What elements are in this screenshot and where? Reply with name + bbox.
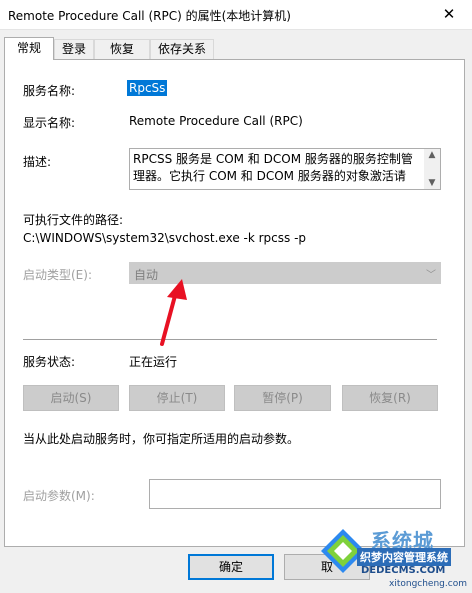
startup-type-label: 启动类型(E): [23, 268, 92, 282]
ok-button[interactable]: 确定 [188, 554, 274, 580]
start-params-hint: 当从此处启动服务时，你可指定所适用的启动参数。 [23, 432, 300, 446]
scroll-down-icon[interactable]: ▼ [424, 177, 440, 189]
watermark-domain: DEDECMS.COM [361, 565, 446, 576]
start-params-input[interactable] [149, 479, 441, 509]
start-params-label: 启动参数(M): [23, 489, 95, 503]
description-label: 描述: [23, 155, 52, 169]
pause-button[interactable]: 暂停(P) [234, 385, 331, 411]
description-field[interactable]: RPCSS 服务是 COM 和 DCOM 服务器的服务控制管理器。它执行 COM… [129, 148, 441, 190]
start-button[interactable]: 启动(S) [23, 385, 119, 411]
startup-type-value: 自动 [134, 268, 159, 282]
display-name-label: 显示名称: [23, 116, 76, 130]
chevron-down-icon: ﹀ [426, 270, 436, 281]
watermark-subtitle: 织梦内容管理系统 [357, 548, 451, 566]
stop-button[interactable]: 停止(T) [129, 385, 225, 411]
startup-type-dropdown[interactable]: 自动 ﹀ [129, 262, 441, 284]
close-icon[interactable]: ✕ [426, 0, 472, 30]
exe-path-value[interactable]: C:\WINDOWS\system32\svchost.exe -k rpcss… [23, 231, 306, 245]
divider [23, 339, 437, 340]
description-scrollbar[interactable]: ▲ ▼ [424, 149, 440, 189]
tab-general[interactable]: 常规 [4, 37, 54, 60]
service-status-label: 服务状态: [23, 355, 76, 369]
service-status-value: 正在运行 [129, 355, 178, 369]
service-name-label: 服务名称: [23, 84, 76, 98]
tab-dependencies[interactable]: 依存关系 [150, 39, 214, 59]
scroll-up-icon[interactable]: ▲ [424, 149, 440, 161]
window-title: Remote Procedure Call (RPC) 的属性(本地计算机) [8, 9, 291, 23]
exe-path-label: 可执行文件的路径: [23, 213, 124, 227]
resume-button[interactable]: 恢复(R) [342, 385, 438, 411]
tab-recovery[interactable]: 恢复 [94, 39, 150, 59]
watermark-site: xitongcheng.com [389, 579, 467, 589]
service-name-value[interactable]: RpcSs [127, 80, 168, 96]
general-tab-panel: 服务名称: RpcSs 显示名称: Remote Procedure Call … [4, 59, 465, 547]
display-name-value[interactable]: Remote Procedure Call (RPC) [129, 114, 303, 128]
title-bar: Remote Procedure Call (RPC) 的属性(本地计算机) ✕ [0, 0, 472, 30]
description-text: RPCSS 服务是 COM 和 DCOM 服务器的服务控制管理器。它执行 COM… [133, 152, 413, 183]
watermark: 系统城 织梦内容管理系统 DEDECMS.COM xitongcheng.com [317, 513, 472, 593]
tab-logon[interactable]: 登录 [54, 39, 94, 59]
